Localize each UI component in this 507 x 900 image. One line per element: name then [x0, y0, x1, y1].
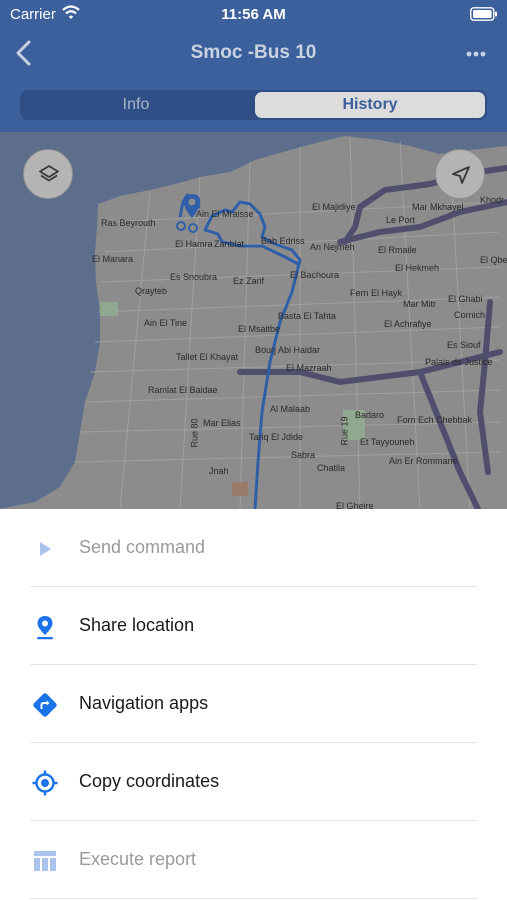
- map-place-label: Al Malaab: [270, 404, 311, 414]
- my-location-button[interactable]: [435, 149, 485, 199]
- layers-icon: [39, 165, 59, 182]
- map-place-label: Khodr: [480, 195, 505, 205]
- map-place-label: Mar Mitr: [403, 299, 436, 309]
- menu-item-label: Send command: [79, 537, 206, 557]
- map-place-label: Tallet El Khayat: [176, 352, 239, 362]
- map-place-label: Forn Ech Chebbak: [397, 415, 473, 425]
- map-place-label: Cornich: [454, 310, 486, 320]
- menu-item-label: Copy coordinates: [79, 771, 220, 791]
- map-place-label: El Hekmeh: [395, 263, 440, 273]
- map-place-label: El Rmaile: [378, 245, 417, 255]
- map-place-label: Ramlat El Baidae: [148, 385, 218, 395]
- map-place-label: Basta El Tahta: [278, 311, 336, 321]
- page-title: Smoc -Bus 10: [190, 42, 317, 63]
- crosshair-target-icon: [32, 770, 58, 796]
- tab-history[interactable]: History: [255, 92, 485, 118]
- map-view[interactable]: Ras Beyrouth Ain El Mraisse El Hamra Zan…: [0, 132, 507, 509]
- more-dots-icon: [466, 51, 486, 57]
- map-place-label: El Ghabi: [448, 294, 483, 304]
- navigation-apps-item[interactable]: Navigation apps: [0, 665, 507, 743]
- divider: [30, 898, 477, 899]
- map-place-label: Palais de Justice: [425, 357, 493, 367]
- status-bar: Carrier 11:56 AM: [0, 0, 507, 30]
- map-place-label: Sabra: [291, 450, 316, 460]
- map-place-label: El Hamra: [175, 239, 213, 249]
- map-place-label: Et Tayyouneh: [360, 437, 415, 447]
- play-triangle-icon: [40, 542, 51, 556]
- map-place-label: Mar Mkhayel: [412, 202, 464, 212]
- actions-sheet: Send command Share location Navigation a…: [0, 509, 507, 900]
- execute-report-item[interactable]: Execute report: [0, 821, 507, 899]
- map-road-label: Rue 19: [339, 416, 350, 446]
- map-place-label: Le Port: [386, 215, 416, 225]
- menu-item-label: Share location: [79, 615, 195, 635]
- navigation-arrow-icon: [452, 166, 470, 184]
- report-table-icon: [34, 851, 56, 871]
- map-place-label: Mar Elias: [203, 418, 241, 428]
- map-road-label: Rue 80: [189, 418, 200, 448]
- copy-coordinates-item[interactable]: Copy coordinates: [0, 743, 507, 821]
- map-place-label: Es Snoubra: [170, 272, 218, 282]
- map-place-label: El Msaitbe: [238, 324, 281, 334]
- map-place-label: Ras Beyrouth: [101, 218, 156, 228]
- map-place-label: El Majidiye: [312, 202, 356, 212]
- location-pin-icon: [37, 616, 53, 640]
- map-place-label: El Bachoura: [290, 270, 340, 280]
- map-place-label: Qrayteb: [135, 286, 168, 296]
- app-screen: Carrier 11:56 AM Smoc -Bus 10 Info Histo…: [0, 0, 507, 900]
- map-place-label: Chatila: [317, 463, 346, 473]
- map-place-label: Bab Edriss: [261, 236, 305, 246]
- map-place-label: Jnah: [209, 466, 229, 476]
- map-place-label: El Gheire: [336, 501, 374, 509]
- map-place-label: El Manara: [92, 254, 134, 264]
- map-place-label: El Qbe: [480, 255, 507, 265]
- map-place-label: Fern El Hayk: [350, 288, 403, 298]
- tab-info[interactable]: Info: [22, 92, 250, 118]
- map-place-label: Tariq El Jdide: [249, 432, 304, 442]
- menu-item-label: Execute report: [79, 849, 197, 869]
- map-place-label: Bourj Abi Haidar: [255, 345, 321, 355]
- map-place-label: El Achrafiye: [384, 319, 432, 329]
- share-location-item[interactable]: Share location: [0, 587, 507, 665]
- map-place-label: Ain El Tine: [144, 318, 188, 328]
- battery-icon: [470, 7, 497, 21]
- map-place-label: Ain El Mraisse: [196, 209, 254, 219]
- segmented-control-bar: Info History: [0, 78, 507, 132]
- navigation-bar: Smoc -Bus 10: [0, 30, 507, 78]
- more-options-button[interactable]: [462, 42, 490, 66]
- map-place-label: Badaro: [355, 410, 385, 420]
- segmented-control: Info History: [20, 90, 487, 120]
- map-place-label: El Mazraah: [286, 363, 332, 373]
- map-place-label: Zanblat: [214, 239, 245, 249]
- map-layers-button[interactable]: [23, 149, 73, 199]
- send-command-item[interactable]: Send command: [0, 509, 507, 587]
- map-place-label: An Nejmeh: [310, 242, 355, 252]
- menu-item-label: Navigation apps: [79, 693, 209, 713]
- map-place-label: Ez Zarif: [233, 276, 265, 286]
- status-time: 11:56 AM: [221, 6, 286, 23]
- directions-icon: [33, 693, 57, 717]
- map-place-label: Es Siouf: [447, 340, 481, 350]
- map-place-label: Ain Er Rommane: [389, 456, 458, 466]
